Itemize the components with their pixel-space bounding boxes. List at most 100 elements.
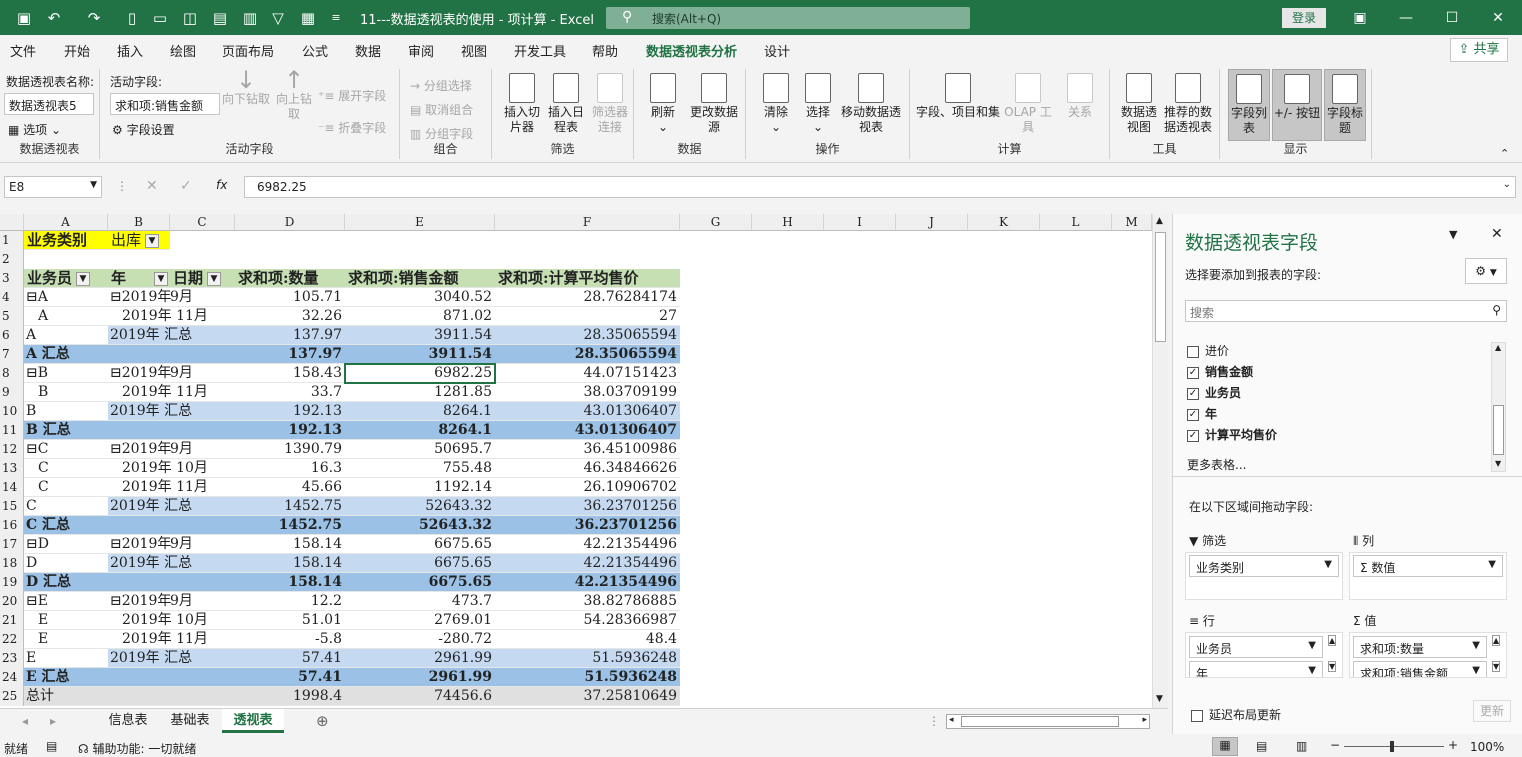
menu-home[interactable]: 开始 (64, 41, 90, 60)
row-header[interactable]: 9 (0, 383, 24, 402)
cell-qty[interactable]: 158.14 (235, 554, 345, 573)
pivot-chart-button[interactable]: 数据透视图 (1116, 73, 1162, 135)
cell-salesperson[interactable]: E (24, 630, 108, 649)
cell-date[interactable]: 9月 (170, 592, 235, 611)
save-icon[interactable]: ▣ (14, 8, 34, 28)
cell-amount[interactable]: -280.72 (345, 630, 495, 649)
cell-avg-price[interactable]: 36.23701256 (495, 516, 680, 535)
row-header-2[interactable]: 2 (0, 250, 24, 269)
macro-record-icon[interactable]: ▤ (46, 739, 57, 753)
cell-amount[interactable]: 8264.1 (345, 402, 495, 421)
row-header[interactable]: 11 (0, 421, 24, 440)
cell-qty[interactable]: 1452.75 (235, 516, 345, 535)
collapse-ribbon-icon[interactable]: ⌃ (1500, 147, 1509, 160)
options-button[interactable]: ▦ 选项 ⌄ (8, 121, 61, 138)
spell-check-icon[interactable]: ▤ (210, 8, 230, 28)
cell-avg-price[interactable]: 54.28366987 (495, 611, 680, 630)
move-pivot-button[interactable]: 移动数据透视表 (838, 73, 904, 135)
pivot-header-salesperson[interactable]: 业务员 ▼ (24, 269, 108, 288)
cell-qty[interactable]: 192.13 (235, 421, 345, 440)
cell-avg-price[interactable]: 38.82786885 (495, 592, 680, 611)
pivot-header-qty[interactable]: 求和项:数量 (235, 269, 345, 288)
page-break-view-icon[interactable]: ▥ (1296, 739, 1307, 753)
cell-salesperson[interactable]: A 汇总 (24, 345, 108, 364)
pane-options-icon[interactable]: ▼ (1449, 228, 1457, 241)
cell-salesperson[interactable]: C (24, 478, 108, 497)
cell-year[interactable]: ⊟2019年 (108, 535, 171, 554)
normal-view-icon[interactable]: ▦ (1212, 737, 1238, 756)
form-icon[interactable]: ▦ (298, 8, 318, 28)
page-layout-view-icon[interactable]: ▤ (1256, 739, 1267, 753)
cell-year[interactable]: 2019年 汇总 (108, 649, 235, 668)
menu-view[interactable]: 视图 (461, 41, 487, 60)
pane-search-input[interactable]: 搜索 ⚲ (1185, 300, 1507, 322)
ungroup-button[interactable]: ▤ 取消组合 (410, 101, 473, 118)
worksheet[interactable]: A B C D E F G H I J K L M 1 业务类别 出库 ▼ 2 3… (0, 214, 1168, 708)
cell-qty[interactable]: 1998.4 (235, 687, 345, 706)
cell-avg-price[interactable]: 51.5936248 (495, 668, 680, 687)
row-header[interactable]: 24 (0, 668, 24, 687)
row-header[interactable]: 19 (0, 573, 24, 592)
share-button[interactable]: ⇪ 共享 (1450, 38, 1508, 62)
cell-salesperson[interactable]: A (24, 307, 108, 326)
col-header-c[interactable]: C (170, 214, 235, 231)
cell-amount[interactable]: 1192.14 (345, 478, 495, 497)
select-all-corner[interactable] (0, 214, 24, 231)
filter-field-value[interactable]: 出库 ▼ (108, 231, 170, 250)
cell-salesperson[interactable]: A (24, 326, 108, 345)
rows-area[interactable]: 业务员 ▼ 年 ▼ ▲ ▼ (1185, 632, 1343, 678)
cell-salesperson[interactable]: B (24, 383, 108, 402)
field-item[interactable]: ✓ 年 (1187, 405, 1217, 422)
change-source-button[interactable]: 更改数据源 (686, 73, 742, 135)
relationships-button[interactable]: 关系 (1058, 73, 1102, 120)
cell-year[interactable] (108, 573, 235, 592)
buttons-toggle[interactable]: +/- 按钮 (1272, 69, 1322, 141)
scroll-down-icon[interactable]: ▼ (1156, 694, 1163, 704)
col-header-d[interactable]: D (235, 214, 345, 231)
field-list-scrollbar[interactable]: ▲ ▼ (1491, 342, 1506, 472)
cell-salesperson[interactable]: ⊟A (24, 288, 108, 307)
cell-year[interactable]: ⊟2019年 (108, 364, 171, 383)
formula-input[interactable]: 6982.25 ⌄ (244, 176, 1516, 198)
add-sheet-icon[interactable]: ⊕ (316, 712, 329, 730)
scroll-thumb[interactable] (1155, 232, 1166, 342)
row-item-salesperson[interactable]: 业务员 ▼ (1189, 636, 1323, 658)
undo-icon[interactable]: ↶ (44, 8, 64, 28)
cell-salesperson[interactable]: B (24, 402, 108, 421)
cell-date[interactable]: 9月 (170, 535, 235, 554)
row-header-1[interactable]: 1 (0, 231, 24, 250)
cell-amount[interactable]: 2961.99 (345, 668, 495, 687)
row-header[interactable]: 20 (0, 592, 24, 611)
row-header[interactable]: 14 (0, 478, 24, 497)
cell-amount[interactable]: 755.48 (345, 459, 495, 478)
insert-function-icon[interactable]: fx (216, 178, 227, 192)
print-preview-icon[interactable]: ◫ (180, 8, 200, 28)
cell-avg-price[interactable]: 36.45100986 (495, 440, 680, 459)
pivot-header-date[interactable]: 日期 ▼ (170, 269, 235, 288)
cell-qty[interactable]: 45.66 (235, 478, 345, 497)
cell-date[interactable]: 2019年 10月 (108, 459, 235, 478)
values-area[interactable]: 求和项:数量 ▼ 求和项:销售金额 ▼ ▲ ▼ (1349, 632, 1507, 678)
menu-page-layout[interactable]: 页面布局 (222, 41, 274, 60)
col-header-e[interactable]: E (345, 214, 495, 231)
clear-button[interactable]: 清除 ⌄ (754, 73, 798, 135)
cell-salesperson[interactable]: 总计 (24, 687, 108, 706)
scroll-down-icon[interactable]: ▼ (1495, 459, 1501, 468)
drill-down-button[interactable]: ↓ 向下钻取 (220, 68, 272, 107)
col-header-f[interactable]: F (495, 214, 680, 231)
cell-avg-price[interactable]: 48.4 (495, 630, 680, 649)
customize-qat-icon[interactable]: ≡ (326, 8, 346, 28)
checkbox-icon[interactable]: ✓ (1187, 408, 1199, 421)
field-item[interactable]: ✓ 计算平均售价 (1187, 426, 1277, 443)
cell-amount[interactable]: 8264.1 (345, 421, 495, 440)
enter-icon[interactable]: ✓ (180, 178, 192, 194)
refresh-button[interactable]: 刷新 ⌄ (640, 73, 686, 135)
cell-date[interactable]: 2019年 10月 (108, 611, 235, 630)
dropdown-icon[interactable]: ▼ (76, 272, 91, 286)
cell-salesperson[interactable]: ⊟C (24, 440, 108, 459)
field-item[interactable]: ✓ 业务员 (1187, 384, 1241, 401)
recommended-pivot-button[interactable]: 推荐的数据透视表 (1160, 73, 1216, 135)
cell-qty[interactable]: 158.14 (235, 573, 345, 592)
cell-year[interactable] (108, 687, 235, 706)
cell-qty[interactable]: 1452.75 (235, 497, 345, 516)
